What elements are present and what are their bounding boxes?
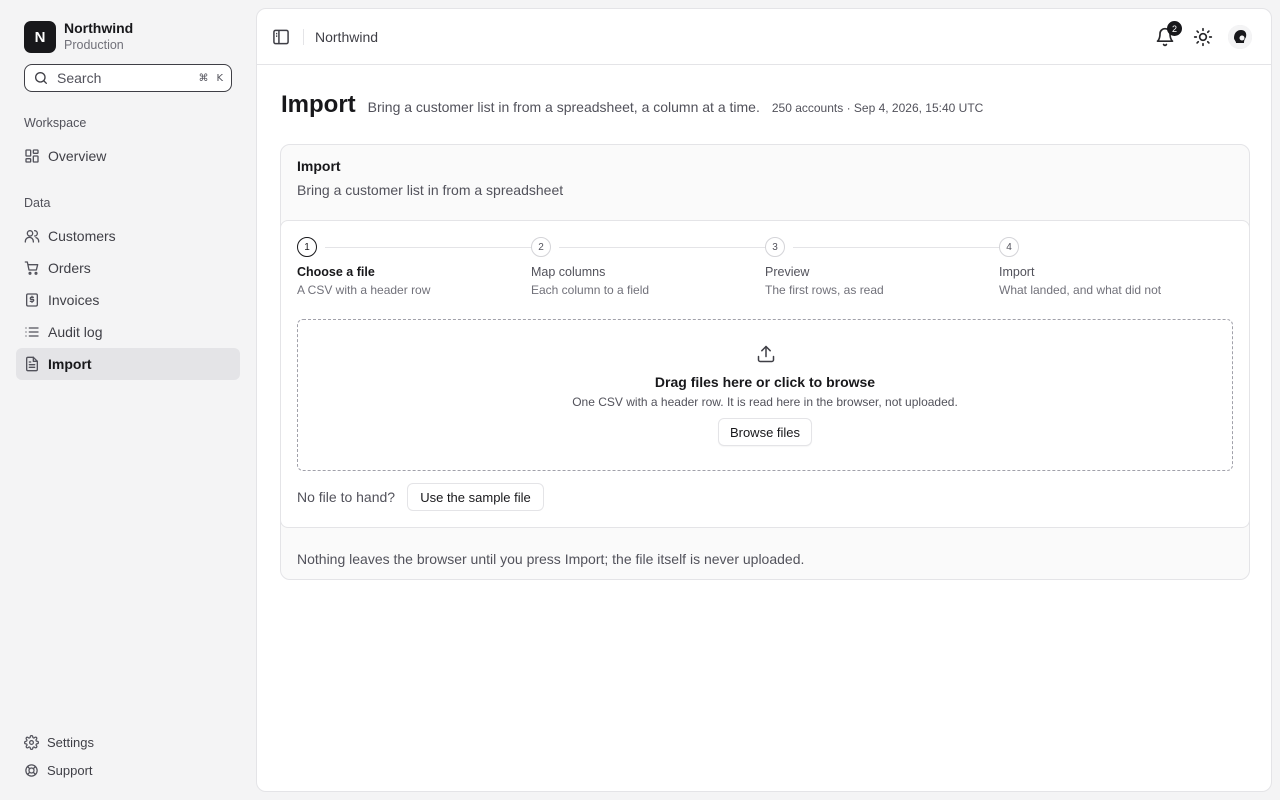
step-connector — [325, 247, 533, 248]
upload-icon — [757, 345, 775, 363]
search-icon — [35, 72, 47, 84]
step-1: 1 — [297, 237, 317, 257]
sidebar-item-label: Audit log — [48, 324, 103, 340]
sidebar-item-label: Settings — [47, 734, 94, 750]
search-placeholder: Search — [57, 70, 102, 86]
org-environment: Production — [64, 38, 124, 52]
step-4: 4 — [999, 237, 1019, 257]
topbar: Northwind 2 — [257, 9, 1271, 65]
sidebar-item-label: Import — [48, 356, 92, 372]
main-panel: Northwind 2 Import Bring a customer list… — [256, 8, 1272, 792]
import-card: Import Bring a customer list in from a s… — [280, 144, 1250, 580]
step-title: Choose a file — [297, 265, 375, 279]
page-subtitle: Bring a customer list in from a spreadsh… — [367, 99, 760, 115]
breadcrumb[interactable]: Northwind — [315, 29, 378, 45]
step-number: 2 — [531, 237, 551, 257]
step-connector — [559, 247, 767, 248]
step-subtitle: The first rows, as read — [765, 283, 884, 297]
sidebar-item-audit-log[interactable]: Audit log — [16, 316, 240, 348]
notification-badge: 2 — [1167, 21, 1182, 36]
step-number: 3 — [765, 237, 785, 257]
org-switcher[interactable]: N Northwind Production — [24, 20, 133, 54]
sidebar-item-import[interactable]: Import — [16, 348, 240, 380]
card-title: Import — [297, 158, 341, 174]
sidebar-item-label: Orders — [48, 260, 91, 276]
section-label-data: Data — [24, 196, 51, 210]
sidebar-item-label: Invoices — [48, 292, 100, 308]
sidebar-item-support[interactable]: Support — [16, 756, 240, 784]
use-sample-file-button[interactable]: Use the sample file — [407, 483, 544, 511]
step-title: Import — [999, 265, 1035, 279]
step-number: 1 — [297, 237, 317, 257]
receipt-icon — [26, 293, 38, 307]
card-footer-note: Nothing leaves the browser until you pre… — [297, 551, 805, 567]
sidebar-item-overview[interactable]: Overview — [16, 140, 240, 172]
step-3: 3 — [765, 237, 785, 257]
sidebar-item-settings[interactable]: Settings — [16, 728, 240, 756]
sidebar-item-invoices[interactable]: Invoices — [16, 284, 240, 316]
org-name: Northwind — [64, 20, 134, 36]
step-subtitle: What landed, and what did not — [999, 283, 1162, 297]
step-title: Preview — [765, 265, 810, 279]
file-icon — [26, 356, 38, 372]
file-dropzone[interactable]: Drag files here or click to browse One C… — [297, 319, 1233, 471]
sidebar-item-label: Support — [47, 762, 93, 778]
step-2: 2 — [531, 237, 551, 257]
search-input[interactable]: Search ⌘ K — [24, 64, 232, 92]
browse-files-button[interactable]: Browse files — [718, 418, 812, 446]
sun-icon[interactable] — [1193, 27, 1213, 47]
sidebar-item-orders[interactable]: Orders — [16, 252, 240, 284]
gear-icon — [24, 734, 39, 750]
lifebuoy-icon — [25, 763, 38, 777]
step-connector — [793, 247, 1001, 248]
no-file-prompt: No file to hand? — [297, 489, 396, 505]
sidebar-item-label: Overview — [48, 148, 107, 164]
avatar-image — [1228, 25, 1252, 49]
sidebar-item-label: Customers — [48, 228, 116, 244]
step-number: 4 — [999, 237, 1019, 257]
page-header: Import Bring a customer list in from a s… — [281, 91, 983, 119]
section-label-workspace: Workspace — [24, 116, 87, 130]
page-title: Import — [281, 91, 356, 118]
card-description: Bring a customer list in from a spreadsh… — [297, 182, 564, 198]
sidebar-item-customers[interactable]: Customers — [16, 220, 240, 252]
sidebar: N Northwind Production Search ⌘ K Worksp… — [0, 0, 256, 800]
step-subtitle: Each column to a field — [531, 283, 650, 297]
list-icon — [25, 327, 39, 337]
cart-icon — [24, 261, 39, 275]
grid-icon — [25, 149, 39, 163]
step-subtitle: A CSV with a header row — [297, 283, 431, 297]
dropzone-subtitle: One CSV with a header row. It is read he… — [572, 395, 958, 409]
shortcut-cmd: ⌘ — [198, 72, 209, 84]
import-wizard: 1 Choose a file A CSV with a header row … — [280, 220, 1250, 528]
page-meta: 250 accounts · Sep 4, 2026, 15:40 UTC — [771, 101, 984, 115]
topbar-divider — [303, 29, 304, 45]
dropzone-title: Drag files here or click to browse — [654, 374, 876, 390]
sidebar-toggle-icon[interactable] — [271, 27, 291, 47]
org-logo: N — [24, 21, 56, 53]
users-icon — [24, 230, 40, 243]
shortcut-key: K — [216, 72, 223, 84]
step-title: Map columns — [531, 265, 606, 279]
avatar[interactable] — [1228, 25, 1252, 49]
